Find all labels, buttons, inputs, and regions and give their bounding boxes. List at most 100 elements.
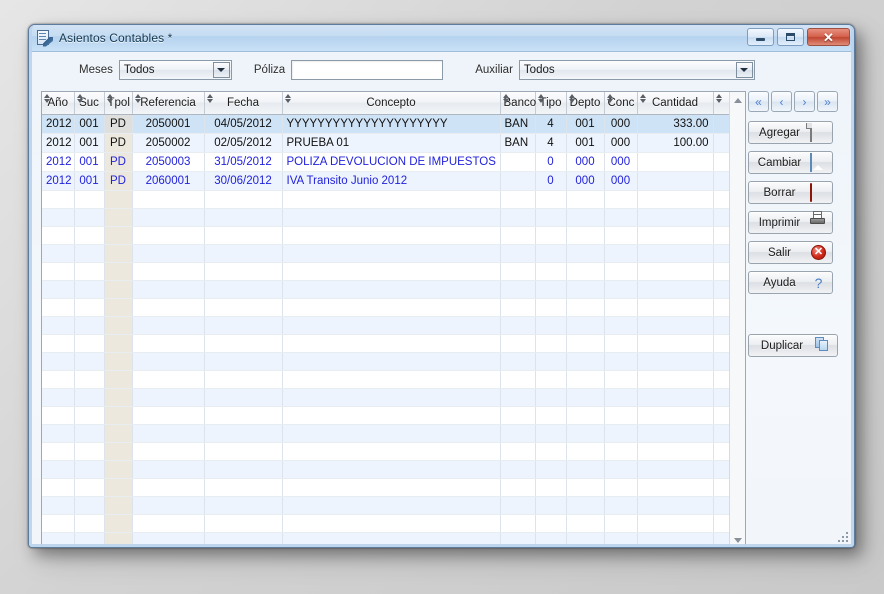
cell-referencia: 2050001 bbox=[132, 114, 205, 134]
cell-extra bbox=[713, 152, 729, 172]
cell-empty bbox=[637, 208, 714, 227]
cell-empty bbox=[282, 514, 501, 533]
chevron-down-icon[interactable] bbox=[212, 62, 230, 78]
table-row[interactable]: 2012 001 PD 2050002 02/05/2012 PRUEBA 01 BAN 4 0… bbox=[42, 133, 729, 153]
cell-empty bbox=[204, 514, 283, 533]
grid-column-header-anio[interactable]: Año bbox=[42, 92, 75, 115]
cell-empty bbox=[282, 316, 501, 335]
grid-column-header-fecha[interactable]: Fecha bbox=[204, 92, 283, 115]
meses-select[interactable]: Todos bbox=[118, 60, 232, 80]
edit-image-icon bbox=[810, 153, 827, 172]
meses-value: Todos bbox=[123, 64, 155, 76]
last-record-button[interactable]: » bbox=[817, 91, 838, 112]
cell-empty bbox=[104, 514, 133, 533]
grid-column-header-banco[interactable]: Banco bbox=[500, 92, 536, 115]
scroll-down-button[interactable] bbox=[730, 532, 745, 547]
cell-empty bbox=[132, 334, 205, 353]
cell-empty bbox=[604, 316, 638, 335]
scroll-up-button[interactable] bbox=[730, 92, 745, 108]
cell-depto: 001 bbox=[566, 114, 605, 134]
auxiliar-select[interactable]: Todos bbox=[518, 60, 755, 80]
maximize-button[interactable] bbox=[777, 28, 804, 46]
cell-empty bbox=[132, 514, 205, 533]
cambiar-button[interactable]: Cambiar bbox=[748, 151, 833, 174]
grid-vertical-scrollbar[interactable] bbox=[729, 92, 745, 547]
next-record-button[interactable]: › bbox=[794, 91, 815, 112]
cell-empty bbox=[204, 532, 283, 547]
cell-empty bbox=[42, 478, 75, 497]
grid-column-header-depto[interactable]: Depto bbox=[566, 92, 605, 115]
cell-cantidad bbox=[637, 152, 714, 172]
cell-concepto: YYYYYYYYYYYYYYYYYYYYY bbox=[282, 114, 501, 134]
cell-empty bbox=[282, 298, 501, 317]
duplicar-button[interactable]: Duplicar bbox=[748, 334, 838, 357]
cell-empty bbox=[566, 334, 605, 353]
cell-anio: 2012 bbox=[42, 133, 75, 153]
table-row[interactable]: 2012 001 PD 2060001 30/06/2012 IVA Transito J… bbox=[42, 171, 729, 191]
grid-column-header-referencia[interactable]: Referencia bbox=[132, 92, 205, 115]
close-button[interactable]: ✕ bbox=[807, 28, 850, 46]
grid-column-header-concepto[interactable]: Concepto bbox=[282, 92, 501, 115]
resize-grip[interactable] bbox=[836, 530, 848, 542]
title-bar[interactable]: Asientos Contables * ✕ bbox=[29, 25, 854, 52]
table-row[interactable]: 2012 001 PD 2050001 04/05/2012 YYYYYYYYYYYYYY… bbox=[42, 114, 729, 134]
copy-icon bbox=[815, 337, 832, 354]
grid-column-header-cantidad[interactable]: Cantidad bbox=[637, 92, 714, 115]
salir-button-label: Salir bbox=[767, 246, 791, 259]
grid-column-header-tipo[interactable]: Tipo bbox=[535, 92, 567, 115]
cell-empty bbox=[132, 388, 205, 407]
cell-empty bbox=[74, 280, 105, 299]
grid-column-header-conc[interactable]: Conc bbox=[604, 92, 638, 115]
grid-column-header-extra[interactable] bbox=[713, 92, 729, 115]
cell-cantidad: 333.00 bbox=[637, 114, 714, 134]
cell-banco bbox=[500, 152, 536, 172]
chevron-down-icon[interactable] bbox=[735, 62, 753, 78]
cell-empty bbox=[604, 352, 638, 371]
table-row-empty bbox=[42, 370, 729, 389]
imprimir-button[interactable]: Imprimir bbox=[748, 211, 833, 234]
cell-empty bbox=[74, 388, 105, 407]
cell-empty bbox=[713, 442, 729, 461]
cell-empty bbox=[282, 388, 501, 407]
cell-empty bbox=[132, 478, 205, 497]
first-record-button[interactable]: « bbox=[748, 91, 769, 112]
cell-empty bbox=[566, 226, 605, 245]
cell-empty bbox=[204, 442, 283, 461]
agregar-button[interactable]: Agregar bbox=[748, 121, 833, 144]
sort-indicator-icon bbox=[715, 94, 722, 105]
table-row-empty bbox=[42, 334, 729, 353]
document-edit-icon bbox=[36, 29, 53, 47]
previous-record-button[interactable]: ‹ bbox=[771, 91, 792, 112]
cell-empty bbox=[282, 208, 501, 227]
cell-empty bbox=[713, 478, 729, 497]
entries-grid[interactable]: Año Suc Tpol Referencia Fecha Concepto Banco Ti… bbox=[41, 91, 746, 547]
next-icon: › bbox=[802, 94, 807, 109]
cambiar-button-label: Cambiar bbox=[757, 156, 802, 169]
sort-indicator-icon bbox=[76, 94, 83, 105]
grid-column-header-tpol[interactable]: Tpol bbox=[104, 92, 133, 115]
cell-empty bbox=[104, 352, 133, 371]
borrar-button[interactable]: Borrar bbox=[748, 181, 833, 204]
meses-label: Meses bbox=[79, 64, 113, 76]
cell-empty bbox=[535, 226, 567, 245]
cell-fecha: 30/06/2012 bbox=[204, 171, 283, 191]
grid-column-header-suc[interactable]: Suc bbox=[74, 92, 105, 115]
cell-empty bbox=[42, 190, 75, 209]
cell-empty bbox=[42, 244, 75, 263]
cell-empty bbox=[566, 406, 605, 425]
cell-empty bbox=[104, 244, 133, 263]
cell-empty bbox=[637, 190, 714, 209]
cell-conc: 000 bbox=[604, 171, 638, 191]
table-row[interactable]: 2012 001 PD 2050003 31/05/2012 POLIZA DEVOLUC… bbox=[42, 152, 729, 172]
cell-empty bbox=[74, 208, 105, 227]
minimize-button[interactable] bbox=[747, 28, 774, 46]
cell-empty bbox=[535, 496, 567, 515]
cell-empty bbox=[535, 388, 567, 407]
table-row-empty bbox=[42, 388, 729, 407]
poliza-input[interactable] bbox=[291, 60, 444, 80]
cell-empty bbox=[637, 406, 714, 425]
ayuda-button[interactable]: Ayuda? bbox=[748, 271, 833, 294]
salir-button[interactable]: Salir ✕ bbox=[748, 241, 833, 264]
cell-empty bbox=[282, 334, 501, 353]
cell-banco: BAN bbox=[500, 114, 536, 134]
